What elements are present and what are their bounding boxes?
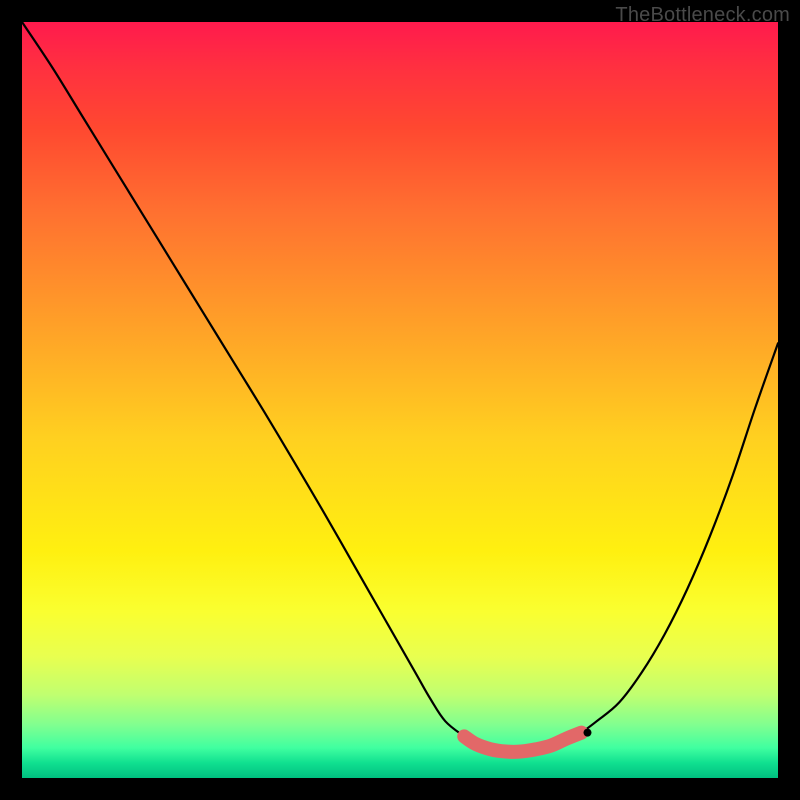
valley-highlight xyxy=(464,733,581,752)
watermark-text: TheBottleneck.com xyxy=(615,4,790,27)
right-curve xyxy=(581,343,778,732)
chart-frame: TheBottleneck.com xyxy=(0,0,800,800)
left-curve xyxy=(22,22,464,736)
curve-layer xyxy=(22,22,778,778)
right-dot xyxy=(583,729,591,737)
plot-area xyxy=(22,22,778,778)
